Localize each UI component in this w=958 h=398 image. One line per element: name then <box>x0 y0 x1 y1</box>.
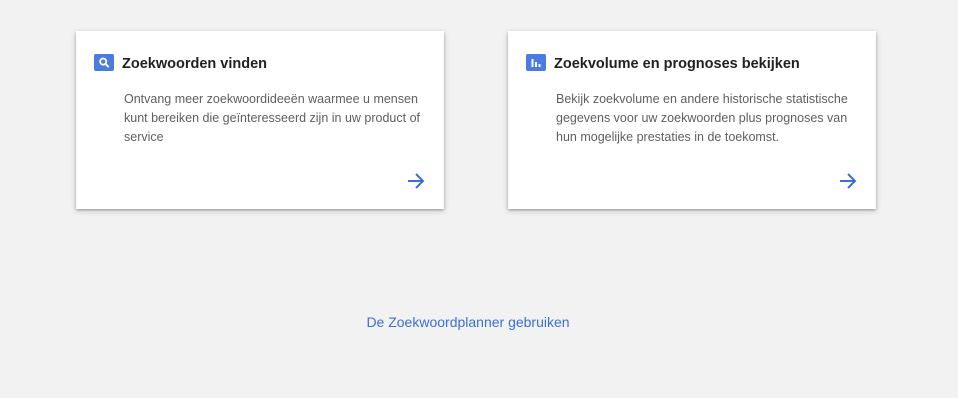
use-keyword-planner-link[interactable]: De Zoekwoordplanner gebruiken <box>0 313 936 331</box>
card-title: Zoekvolume en prognoses bekijken <box>554 56 800 72</box>
card-description: Ontvang meer zoekwoordideeën waarmee u m… <box>124 92 421 144</box>
bar-chart-icon <box>526 54 546 71</box>
find-keywords-card[interactable]: Zoekwoorden vinden Ontvang meer zoekwoor… <box>76 31 444 209</box>
card-description: Bekijk zoekvolume en andere historische … <box>556 92 848 144</box>
search-volume-forecasts-card[interactable]: Zoekvolume en prognoses bekijken Bekijk … <box>508 31 876 209</box>
arrow-right-icon[interactable] <box>838 171 858 191</box>
card-title: Zoekwoorden vinden <box>122 56 268 72</box>
search-icon <box>94 54 114 71</box>
arrow-right-icon[interactable] <box>406 171 426 191</box>
